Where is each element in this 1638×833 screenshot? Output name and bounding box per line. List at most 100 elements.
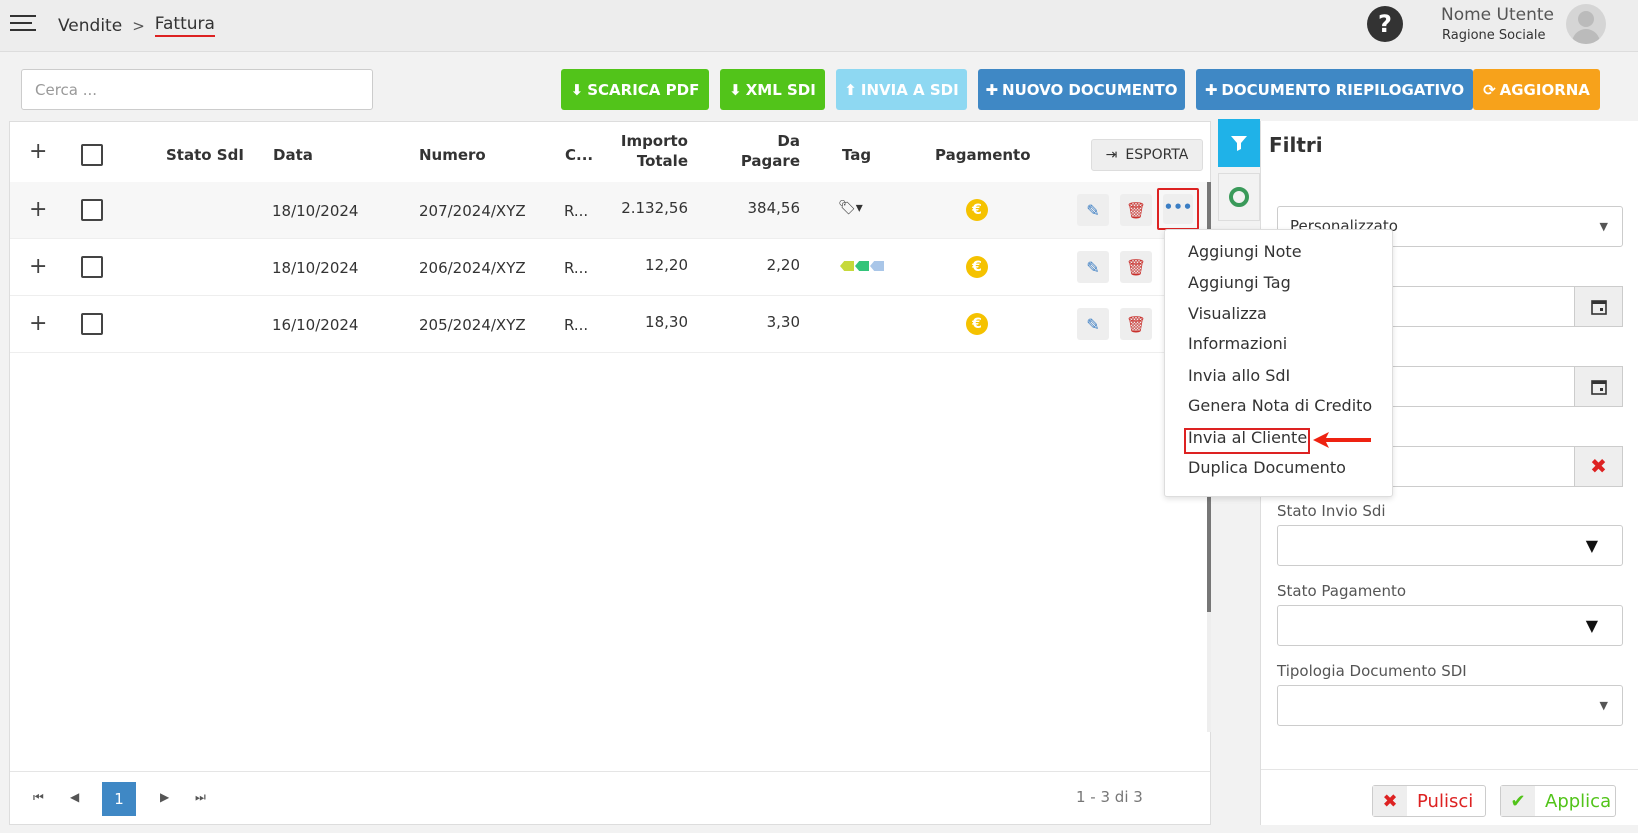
menu-item-genera-nota-di-credito[interactable]: Genera Nota di Credito bbox=[1188, 396, 1372, 416]
calendar-icon[interactable] bbox=[1574, 366, 1623, 407]
tipologia-documento-select[interactable]: ▼ bbox=[1277, 685, 1623, 726]
next-page-icon[interactable]: ▶ bbox=[160, 790, 169, 804]
lifebuoy-icon bbox=[1229, 187, 1249, 207]
trash-icon: 🗑 bbox=[1125, 200, 1147, 220]
pencil-icon: ✎ bbox=[1086, 257, 1100, 277]
table-row[interactable]: + 18/10/2024 206/2024/XYZ R... 12,20 2,2… bbox=[10, 239, 1210, 296]
download-icon: ⬇ bbox=[729, 80, 742, 99]
trash-icon: 🗑 bbox=[1125, 314, 1147, 334]
edit-button[interactable]: ✎ bbox=[1077, 308, 1109, 340]
aggiorna-button[interactable]: ⟳ AGGIORNA bbox=[1473, 69, 1600, 110]
menu-item-aggiungi-note[interactable]: Aggiungi Note bbox=[1188, 242, 1302, 262]
chevron-down-icon: ▼ bbox=[1599, 220, 1608, 233]
stato-invio-select[interactable]: ▼ bbox=[1277, 525, 1623, 566]
row-checkbox[interactable] bbox=[81, 313, 103, 335]
trash-icon: 🗑 bbox=[1125, 257, 1147, 277]
tag-lightblue-icon bbox=[870, 261, 884, 271]
edit-button[interactable]: ✎ bbox=[1077, 251, 1109, 283]
help-icon[interactable]: ? bbox=[1367, 6, 1403, 42]
pencil-icon: ✎ bbox=[1086, 200, 1100, 220]
avatar[interactable] bbox=[1566, 4, 1606, 44]
cell-data: 16/10/2024 bbox=[272, 316, 359, 334]
prev-page-icon[interactable]: ◀ bbox=[70, 790, 79, 804]
select-all-checkbox[interactable] bbox=[81, 144, 103, 166]
menu-item-aggiungi-tag[interactable]: Aggiungi Tag bbox=[1188, 273, 1291, 293]
cell-numero: 205/2024/XYZ bbox=[419, 316, 526, 334]
last-page-icon[interactable]: ⏭ bbox=[195, 790, 206, 805]
stato-pagamento-label: Stato Pagamento bbox=[1277, 582, 1407, 600]
breadcrumb-fattura: Fattura bbox=[154, 14, 215, 37]
filter-title: Filtri bbox=[1269, 133, 1323, 157]
cell-importo: 2.132,56 bbox=[621, 199, 688, 217]
breadcrumb-vendite[interactable]: Vendite bbox=[58, 16, 122, 36]
hamburger-menu-icon[interactable] bbox=[10, 15, 36, 35]
plus-icon: ✚ bbox=[985, 80, 999, 99]
payment-euro-icon[interactable]: € bbox=[966, 256, 988, 278]
payment-euro-icon[interactable]: € bbox=[966, 199, 988, 221]
upload-icon: ⬆ bbox=[844, 80, 857, 99]
search-input[interactable] bbox=[21, 69, 373, 110]
payment-euro-icon[interactable]: € bbox=[966, 313, 988, 335]
menu-item-invia-al-cliente[interactable]: Invia al Cliente bbox=[1188, 428, 1307, 448]
column-pagamento[interactable]: Pagamento bbox=[935, 145, 1031, 165]
delete-button[interactable]: 🗑 bbox=[1120, 308, 1152, 340]
delete-button[interactable]: 🗑 bbox=[1120, 251, 1152, 283]
pagination-info: 1 - 3 di 3 bbox=[1076, 788, 1143, 806]
calendar-icon[interactable] bbox=[1574, 286, 1623, 327]
top-bar: Vendite > Fattura ? Nome Utente Ragione … bbox=[0, 0, 1638, 52]
menu-item-informazioni[interactable]: Informazioni bbox=[1188, 334, 1287, 354]
support-tab[interactable] bbox=[1218, 173, 1260, 221]
pulisci-button[interactable]: ✖ Pulisci bbox=[1372, 785, 1486, 817]
menu-item-visualizza[interactable]: Visualizza bbox=[1188, 304, 1267, 324]
breadcrumb: Vendite > Fattura bbox=[58, 14, 215, 37]
column-tag[interactable]: Tag bbox=[842, 145, 871, 165]
page-current[interactable]: 1 bbox=[102, 782, 136, 816]
cell-cliente: R... bbox=[564, 316, 589, 334]
edit-button[interactable]: ✎ bbox=[1077, 194, 1109, 226]
documento-riepilogativo-button[interactable]: ✚ DOCUMENTO RIEPILOGATIVO bbox=[1196, 69, 1473, 110]
cell-data: 18/10/2024 bbox=[272, 259, 359, 277]
xml-sdi-button[interactable]: ⬇ XML SDI bbox=[720, 69, 825, 110]
delete-button[interactable]: 🗑 bbox=[1120, 194, 1152, 226]
first-page-icon[interactable]: ⏮ bbox=[33, 790, 44, 805]
user-name: Nome Utente bbox=[1441, 5, 1555, 25]
expand-row-icon[interactable]: + bbox=[29, 256, 47, 278]
cell-da-pagare: 384,56 bbox=[747, 199, 801, 217]
menu-item-invia-allo-sdi[interactable]: Invia allo SdI bbox=[1188, 366, 1290, 386]
menu-item-duplica-documento[interactable]: Duplica Documento bbox=[1188, 458, 1346, 478]
column-numero[interactable]: Numero bbox=[419, 145, 486, 165]
chevron-down-icon: ▼ bbox=[1585, 616, 1598, 635]
row-checkbox[interactable] bbox=[81, 199, 103, 221]
expand-row-icon[interactable]: + bbox=[29, 313, 47, 335]
cell-importo: 12,20 bbox=[645, 256, 688, 274]
more-options-button[interactable]: ••• bbox=[1163, 194, 1193, 224]
document-table-panel: + Stato SdI Data Numero C... Importo Tot… bbox=[9, 121, 1211, 825]
stato-pagamento-select[interactable]: ▼ bbox=[1277, 605, 1623, 646]
column-data[interactable]: Data bbox=[273, 145, 313, 165]
column-da-pagare[interactable]: Da Pagare bbox=[722, 131, 800, 171]
tag-green-icon bbox=[855, 261, 869, 271]
table-row[interactable]: + 18/10/2024 207/2024/XYZ R... 2.132,56 … bbox=[10, 182, 1210, 239]
invia-sdi-button[interactable]: ⬆ INVIA A SDI bbox=[836, 69, 967, 110]
column-cliente[interactable]: C... bbox=[565, 145, 593, 165]
scarica-pdf-button[interactable]: ⬇ SCARICA PDF bbox=[561, 69, 709, 110]
expand-all-icon[interactable]: + bbox=[29, 141, 47, 163]
stato-invio-label: Stato Invio Sdi bbox=[1277, 502, 1386, 520]
nuovo-documento-button[interactable]: ✚ NUOVO DOCUMENTO bbox=[978, 69, 1185, 110]
cell-da-pagare: 3,30 bbox=[766, 313, 800, 331]
clear-icon[interactable]: ✖ bbox=[1574, 446, 1623, 487]
applica-button[interactable]: ✔ Applica bbox=[1500, 785, 1616, 817]
cell-cliente: R... bbox=[564, 202, 589, 220]
column-stato-sdi[interactable]: Stato SdI bbox=[166, 145, 244, 165]
filter-tab[interactable] bbox=[1218, 119, 1260, 167]
cell-numero: 207/2024/XYZ bbox=[419, 202, 526, 220]
tag-dropdown-icon[interactable]: 🏷▾ bbox=[838, 198, 863, 218]
tag-list[interactable] bbox=[840, 261, 884, 271]
column-importo-totale[interactable]: Importo Totale bbox=[610, 131, 688, 171]
esporta-button[interactable]: ⇥ ESPORTA bbox=[1091, 139, 1203, 171]
filter-footer: ✖ Pulisci ✔ Applica bbox=[1261, 769, 1638, 825]
table-row[interactable]: + 16/10/2024 205/2024/XYZ R... 18,30 3,3… bbox=[10, 296, 1210, 353]
refresh-icon: ⟳ bbox=[1483, 80, 1496, 99]
row-checkbox[interactable] bbox=[81, 256, 103, 278]
expand-row-icon[interactable]: + bbox=[29, 199, 47, 221]
